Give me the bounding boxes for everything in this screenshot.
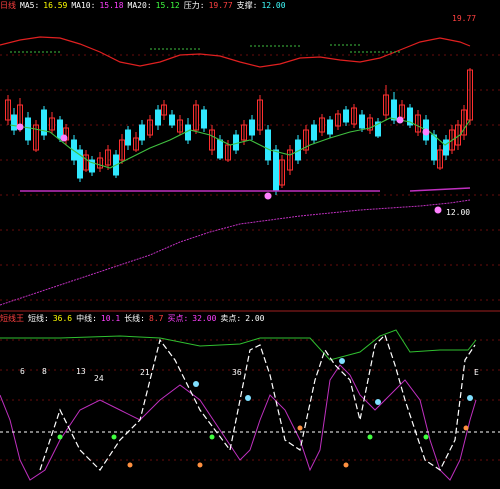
candle-body [311,124,317,141]
indicator-markers [57,358,473,468]
candle-body [431,134,437,161]
indicator-marker [245,395,251,401]
indicator-value-label: 8 [42,367,47,376]
indicator-top-line [0,329,477,361]
candle-body [443,139,449,156]
candle-body [11,114,17,131]
indicator-header-item: 卖点: [220,314,242,323]
candle-body [249,119,255,136]
signal-marker [16,123,24,131]
indicator-panel-header: 短线王 短线: 36.6 中线: 10.1 长线: 8.7 买点: 32.00 卖点: 2.00 [0,313,500,324]
indicator-header-item: 买点: [167,314,189,323]
indicator-marker [339,358,345,364]
indicator-value-label: 36 [232,368,242,377]
sell-marker [197,462,203,468]
buy-marker [111,434,117,440]
candle-body [327,119,333,135]
indicator-value-label: E [474,368,479,377]
indicator-header-item: 长线: [124,314,146,323]
indicator-header-item: 2.00 [245,314,265,323]
candle-body [391,99,397,121]
candle-body [25,117,31,141]
main-grid [0,54,500,301]
buy-marker [57,434,63,440]
dotted-level-lines [10,44,400,53]
candle-body [201,109,207,129]
support-line-right [409,187,471,192]
indicator-header-item: 32.00 [192,314,217,323]
sell-marker [297,425,303,431]
stock-chart-window: 日线 MA5: 16.59 MA10: 15.18 MA20: 15.12 压力: 19.77 支… [0,0,500,489]
signal-marker [264,192,272,200]
sell-marker [463,425,469,431]
indicator-value-label: 24 [94,374,104,383]
indicator-header-item: 短线王 [0,314,24,323]
candle-body [125,129,131,146]
indicator-value-label: 6 [20,367,25,376]
indicator-mid-line [0,364,477,481]
sell-marker [127,462,133,468]
indicator-header-item: 10.1 [100,314,121,323]
signal-marker [396,116,404,124]
chart-canvas[interactable] [0,0,500,489]
candlesticks [5,68,473,195]
buy-marker [423,434,429,440]
indicator-value-label: 21 [140,368,150,377]
indicator-header-item: 36.6 [52,314,73,323]
candle-body [359,114,365,129]
lower-trend-curve [0,199,471,306]
candle-body [343,109,349,123]
indicator-marker [467,395,473,401]
signal-marker [422,128,430,136]
indicator-value-label: 13 [76,367,86,376]
candle-body [217,139,223,159]
candle-body [57,119,63,139]
candle-body [155,109,161,126]
sell-marker [343,462,349,468]
indicator-header-item: 短线: [28,314,49,323]
candle-body [273,149,279,191]
candle-body [169,114,175,126]
candle-body [185,124,191,141]
buy-marker [209,434,215,440]
signal-marker [60,134,68,142]
upper-price-label: 19.77 [452,14,477,23]
candle-body [139,124,145,141]
indicator-marker [375,399,381,405]
indicator-header-item: 8.7 [149,314,164,323]
indicator-marker [193,381,199,387]
buy-marker [367,434,373,440]
indicator-header-item: 中线: [76,314,97,323]
candle-body [265,129,271,161]
signal-marker [434,206,442,214]
low-price-label: 12.00 [446,208,471,217]
